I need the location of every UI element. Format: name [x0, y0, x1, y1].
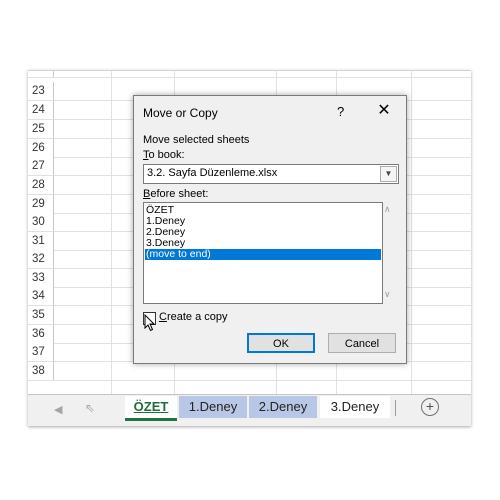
cancel-button[interactable]: Cancel [328, 333, 396, 353]
tab-2-deney[interactable]: 2.Deney [249, 396, 317, 418]
scroll-up-icon[interactable]: ∧ [384, 204, 391, 215]
before-sheet-label-text: efore sheet: [150, 188, 209, 200]
dialog-title: Move or Copy [143, 106, 218, 120]
row-header[interactable]: 22 [28, 71, 54, 78]
move-or-copy-dialog: Move or Copy ? ✕ Move selected sheets To… [133, 95, 407, 364]
help-icon[interactable]: ? [337, 104, 344, 119]
row-header[interactable]: 26 [28, 139, 54, 158]
column-divider [411, 71, 412, 394]
to-book-label-text: o book: [148, 149, 185, 161]
create-copy-mnemonic: C [159, 311, 167, 323]
to-book-select[interactable]: 3.2. Sayfa Düzenleme.xlsx ▼ [143, 164, 399, 184]
create-copy-label-text: reate a copy [166, 311, 228, 323]
scroll-down-icon[interactable]: ∨ [384, 289, 391, 300]
row-header[interactable]: 29 [28, 195, 54, 214]
row-header[interactable]: 36 [28, 325, 54, 344]
ok-button[interactable]: OK [247, 333, 315, 353]
row-header[interactable]: 32 [28, 250, 54, 269]
pointer-icon: ⇖ [85, 401, 96, 415]
scroll-tabs-left-icon[interactable]: ◀ [54, 403, 62, 416]
grid-row: 22 [28, 71, 471, 79]
row-header[interactable]: 28 [28, 176, 54, 195]
move-selected-label: Move selected sheets [143, 134, 250, 146]
sheet-tab-bar: ◀ ⇖ ÖZET 1.Deney 2.Deney 3.Deney + [28, 394, 471, 426]
row-header[interactable]: 24 [28, 101, 54, 120]
to-book-value: 3.2. Sayfa Düzenleme.xlsx [147, 167, 278, 179]
create-copy-label: Create a copy [159, 311, 228, 323]
list-item-selected[interactable]: (move to end) [145, 249, 381, 260]
row-header[interactable]: 34 [28, 287, 54, 306]
before-sheet-list[interactable]: ÖZET 1.Deney 2.Deney 3.Deney (move to en… [143, 202, 383, 304]
before-sheet-label: Before sheet: [143, 188, 208, 200]
grid-row: 38 [28, 362, 471, 382]
row-header[interactable]: 37 [28, 343, 54, 362]
row-header[interactable]: 25 [28, 120, 54, 139]
row-header[interactable]: 31 [28, 232, 54, 251]
row-header[interactable]: 23 [28, 82, 54, 101]
plus-circle-icon[interactable]: + [421, 398, 439, 416]
row-header[interactable]: 27 [28, 157, 54, 176]
row-header[interactable]: 30 [28, 213, 54, 232]
chevron-down-icon[interactable]: ▼ [380, 166, 397, 182]
row-header[interactable]: 38 [28, 362, 54, 381]
tab-ozet[interactable]: ÖZET [125, 396, 177, 421]
column-divider [111, 71, 112, 394]
tab-separator [395, 400, 396, 416]
mouse-cursor-icon [144, 314, 156, 332]
row-header[interactable]: 35 [28, 306, 54, 325]
row-header[interactable]: 33 [28, 269, 54, 288]
to-book-label: To book: [143, 149, 185, 161]
tab-3-deney[interactable]: 3.Deney [320, 396, 390, 418]
close-icon[interactable]: ✕ [374, 102, 394, 120]
tab-1-deney[interactable]: 1.Deney [179, 396, 247, 418]
